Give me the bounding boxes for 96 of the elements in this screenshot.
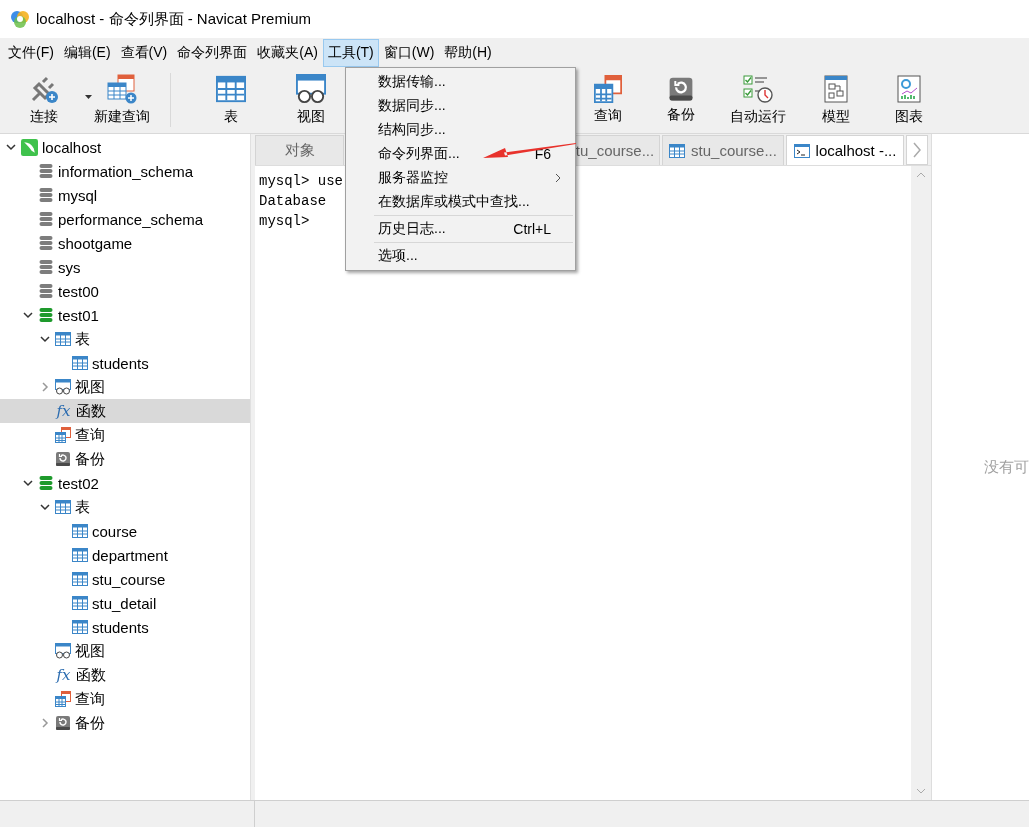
- table-icon: [72, 547, 88, 563]
- toolbar-button[interactable]: 模型: [799, 67, 872, 133]
- database-icon: [38, 307, 54, 323]
- chevron-icon[interactable]: [22, 477, 34, 489]
- tab[interactable]: localhost -...: [786, 135, 904, 165]
- caret-icon[interactable]: [85, 95, 92, 99]
- tree-item[interactable]: fx 函数: [0, 663, 250, 687]
- menu-item[interactable]: 收藏夹(A): [252, 38, 323, 67]
- info-message: 没有可: [984, 457, 1029, 477]
- chart-icon: [895, 74, 922, 104]
- console-line: Database: [259, 192, 327, 211]
- plug-icon: [29, 74, 59, 104]
- model-icon: [822, 74, 849, 104]
- tree-item[interactable]: shootgame: [0, 231, 250, 255]
- window-title: localhost - 命令列界面 - Navicat Premium: [36, 9, 312, 29]
- tree-item[interactable]: students: [0, 351, 250, 375]
- tree-item[interactable]: course: [0, 519, 250, 543]
- tree-item[interactable]: information_schema: [0, 159, 250, 183]
- menu-item[interactable]: 工具(T): [322, 38, 379, 67]
- menu-option[interactable]: 选项...: [346, 244, 575, 268]
- connection-icon: [21, 138, 38, 156]
- view-icon: [55, 643, 71, 659]
- tree-item[interactable]: 备份: [0, 711, 250, 735]
- tree-item[interactable]: 备份: [0, 447, 250, 471]
- tree-item[interactable]: test00: [0, 279, 250, 303]
- table-icon: [55, 331, 71, 347]
- database-icon: [38, 211, 54, 227]
- backup-icon: [55, 451, 71, 467]
- toolbar-button[interactable]: 备份: [644, 67, 717, 133]
- schedule-icon: [742, 74, 774, 104]
- console-line: mysql> use: [259, 172, 343, 191]
- chevron-right-icon: [912, 142, 922, 158]
- tree-item[interactable]: 表: [0, 495, 250, 519]
- database-icon: [38, 235, 54, 251]
- database-icon: [38, 259, 54, 275]
- tree-item[interactable]: mysql: [0, 183, 250, 207]
- toolbar-button[interactable]: 新建查询: [82, 67, 162, 133]
- table-icon: [72, 595, 88, 611]
- menu-item[interactable]: 帮助(H): [439, 38, 497, 67]
- table-icon: [669, 142, 686, 159]
- menu-item[interactable]: 编辑(E): [58, 38, 116, 67]
- tree-item[interactable]: 视图: [0, 639, 250, 663]
- query-icon: [55, 427, 71, 443]
- chevron-icon[interactable]: [39, 333, 51, 345]
- table-icon: [72, 355, 88, 371]
- backup-icon: [55, 715, 71, 731]
- tree-item[interactable]: department: [0, 543, 250, 567]
- database-icon: [38, 163, 54, 179]
- toolbar-button[interactable]: 自动运行: [717, 67, 799, 133]
- database-icon: [38, 283, 54, 299]
- view-icon: [55, 379, 71, 395]
- backup-icon: [667, 76, 694, 102]
- console-line: mysql>: [259, 212, 310, 231]
- menu-option[interactable]: 在数据库或模式中查找...: [346, 190, 575, 214]
- table-icon: [72, 571, 88, 587]
- toolbar-button[interactable]: 连接: [6, 67, 82, 133]
- tree-item[interactable]: students: [0, 615, 250, 639]
- tree-item[interactable]: 查询: [0, 687, 250, 711]
- tab[interactable]: stu_course...: [662, 135, 784, 165]
- chevron-icon[interactable]: [5, 141, 17, 153]
- toolbar-button[interactable]: 图表: [872, 67, 945, 133]
- function-icon: fx: [55, 402, 72, 420]
- chevron-icon[interactable]: [39, 501, 51, 513]
- table-icon: [72, 619, 88, 635]
- query-icon: [55, 691, 71, 707]
- query-icon: [593, 75, 622, 103]
- database-icon: [38, 187, 54, 203]
- database-icon: [38, 475, 54, 491]
- app-logo-icon: [10, 9, 30, 29]
- tree-item[interactable]: 视图: [0, 375, 250, 399]
- view-icon: [296, 74, 326, 104]
- tab[interactable]: 对象: [255, 135, 344, 165]
- tree-item[interactable]: stu_detail: [0, 591, 250, 615]
- tree-item[interactable]: test02: [0, 471, 250, 495]
- menu-item[interactable]: 窗口(W): [378, 38, 440, 67]
- tree-item[interactable]: test01: [0, 303, 250, 327]
- new-query-icon: [106, 74, 138, 104]
- table-icon: [216, 74, 246, 104]
- table-icon: [55, 499, 71, 515]
- menu-item[interactable]: 命令列界面: [172, 38, 253, 67]
- table-icon: [72, 523, 88, 539]
- tree-item[interactable]: localhost: [0, 135, 250, 159]
- toolbar-button[interactable]: 表: [191, 67, 271, 133]
- terminal-icon: [793, 142, 810, 159]
- tree-item[interactable]: 查询: [0, 423, 250, 447]
- function-icon: fx: [55, 666, 72, 684]
- menu-option[interactable]: 历史日志... Ctrl+L: [346, 217, 575, 241]
- tree-item[interactable]: fx 函数: [0, 399, 250, 423]
- tree-item[interactable]: stu_course: [0, 567, 250, 591]
- tree-item[interactable]: performance_schema: [0, 207, 250, 231]
- chevron-icon[interactable]: [22, 309, 34, 321]
- tree-item[interactable]: sys: [0, 255, 250, 279]
- menu-item[interactable]: 文件(F): [3, 38, 59, 67]
- tree-item[interactable]: 表: [0, 327, 250, 351]
- menu-option[interactable]: 服务器监控: [346, 166, 575, 190]
- menu-item[interactable]: 查看(V): [115, 38, 173, 67]
